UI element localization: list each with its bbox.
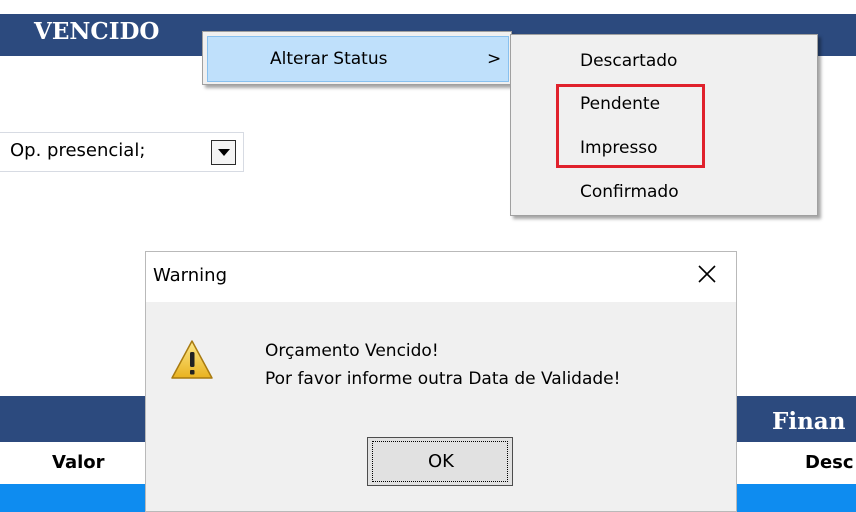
dialog-message-line2: Por favor informe outra Data de Validade… bbox=[265, 369, 621, 389]
dropdown-arrow-icon[interactable] bbox=[211, 140, 236, 165]
combobox-value: Op. presencial; bbox=[10, 140, 146, 161]
warning-icon bbox=[170, 339, 214, 381]
ok-focus-rect bbox=[372, 441, 508, 482]
section-title-finan: Finan bbox=[772, 408, 846, 435]
submenu-item-descartado[interactable]: Descartado bbox=[580, 51, 677, 71]
status-title: VENCIDO bbox=[34, 18, 160, 45]
column-header-valor[interactable]: Valor bbox=[52, 452, 105, 473]
dialog-titlebar[interactable] bbox=[146, 252, 736, 302]
dialog-message-line1: Orçamento Vencido! bbox=[265, 341, 439, 361]
submenu-arrow-icon: > bbox=[487, 49, 502, 69]
annotation-highlight-box bbox=[556, 84, 705, 168]
close-icon[interactable] bbox=[695, 262, 719, 286]
dialog-title: Warning bbox=[153, 265, 228, 286]
operation-combobox[interactable]: Op. presencial; bbox=[0, 132, 244, 172]
submenu-item-confirmado[interactable]: Confirmado bbox=[580, 182, 679, 202]
menu-item-label: Alterar Status bbox=[270, 49, 388, 69]
column-header-desc[interactable]: Desc bbox=[805, 452, 854, 473]
